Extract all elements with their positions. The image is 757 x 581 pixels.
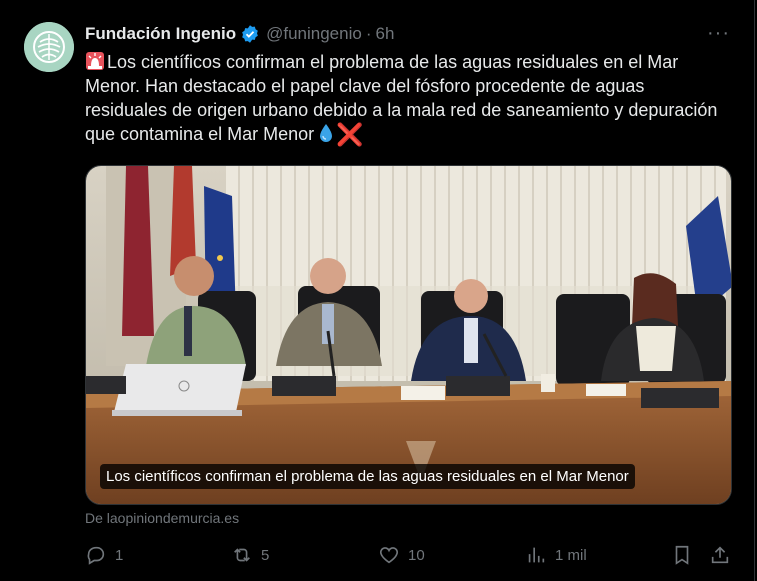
verified-icon <box>240 24 260 44</box>
tweet-header: Fundación Ingenio @funingenio · 6h <box>85 22 394 46</box>
more-icon[interactable]: ··· <box>707 23 730 43</box>
tweet-text-block: Los científicos confirman el problema de… <box>85 50 725 147</box>
siren-emoji <box>85 51 105 71</box>
like-button[interactable]: 10 <box>378 544 425 566</box>
droplet-emoji <box>318 123 334 143</box>
views-icon <box>528 547 545 563</box>
media-caption: Los científicos confirman el problema de… <box>100 464 635 489</box>
reply-count: 1 <box>115 546 124 564</box>
author-handle[interactable]: @funingenio <box>266 24 362 44</box>
like-count: 10 <box>408 546 425 564</box>
author-name[interactable]: Fundación Ingenio <box>85 24 236 44</box>
repost-button[interactable]: 5 <box>231 544 269 566</box>
reply-icon <box>87 546 105 565</box>
action-bar: 1 5 10 1 mil <box>85 544 732 572</box>
cross-mark-emoji: ❌ <box>336 122 364 147</box>
tweet[interactable]: Fundación Ingenio @funingenio · 6h ··· L… <box>0 0 755 581</box>
repost-icon <box>234 548 250 562</box>
views-button[interactable]: 1 mil <box>525 544 587 566</box>
like-icon <box>379 547 399 564</box>
bookmark-button[interactable] <box>671 544 693 566</box>
share-icon <box>711 546 729 564</box>
share-button[interactable] <box>709 544 731 566</box>
tweet-media[interactable]: Los científicos confirman el problema de… <box>85 165 732 505</box>
separator-dot: · <box>365 24 372 43</box>
avatar[interactable] <box>24 22 74 72</box>
views-count: 1 mil <box>555 546 587 564</box>
bookmark-icon <box>675 545 689 565</box>
reply-button[interactable]: 1 <box>85 544 123 566</box>
timestamp[interactable]: 6h <box>376 24 395 44</box>
repost-count: 5 <box>261 546 270 564</box>
meeting-photo <box>86 166 731 504</box>
link-source[interactable]: De laopiniondemurcia.es <box>85 510 239 526</box>
tweet-text: Los científicos confirman el problema de… <box>85 52 718 144</box>
